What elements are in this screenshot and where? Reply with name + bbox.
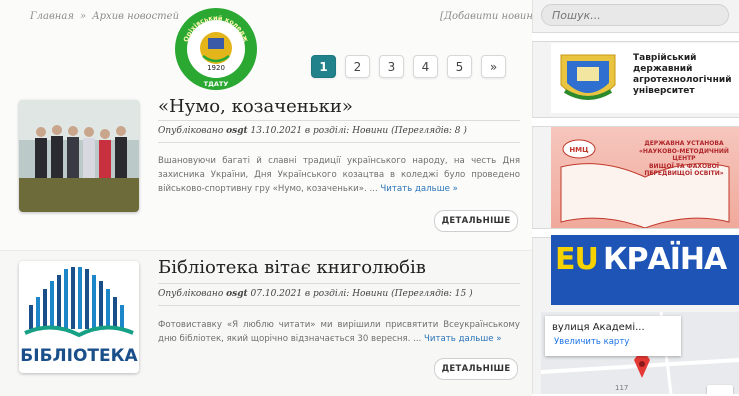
details-button[interactable]: ДЕТАЛЬНІШЕ xyxy=(434,210,518,232)
university-emblem-icon xyxy=(560,54,616,100)
article-excerpt: Фотовиставку «Я люблю читати» ми вирішил… xyxy=(158,320,520,344)
main-content: Главная » Архив новостей [Добавити новину]… xyxy=(0,0,543,396)
map-place-name: вулиця Академі... xyxy=(552,322,645,333)
search-input[interactable] xyxy=(541,4,729,26)
breadcrumb: Главная » Архив новостей xyxy=(30,11,179,22)
article-excerpt: Вшановуючи багаті й славні традиції укра… xyxy=(158,156,520,194)
sidebar-divider xyxy=(532,117,739,127)
next-page-button[interactable]: » xyxy=(481,55,506,78)
logo-abbr: ТДАТУ xyxy=(204,80,229,88)
read-more-link[interactable]: Читать дальше » xyxy=(424,334,501,344)
map-house-number: 117 xyxy=(615,384,629,392)
ukraine-text: КРАЇНА xyxy=(603,242,727,277)
nmc-logo-text: НМЦ xyxy=(569,146,589,154)
divider xyxy=(158,120,520,121)
page-2-button[interactable]: 2 xyxy=(345,55,370,78)
logo-year: 1920 xyxy=(207,64,225,72)
page-4-button[interactable]: 4 xyxy=(413,55,438,78)
divider xyxy=(158,283,520,284)
news-item: «Нумо, козаченьки» Опубліковано osgt 13.… xyxy=(0,90,532,235)
college-logo[interactable]: Оріхівський коледж 1920 ТДАТУ xyxy=(173,6,259,92)
page-1-button[interactable]: 1 xyxy=(311,55,336,78)
add-news-link[interactable]: [Добавити новину] xyxy=(440,11,543,22)
article-thumbnail[interactable]: БІБЛІОТЕКА xyxy=(19,261,139,373)
pagination: 1 2 3 4 5 » xyxy=(311,55,506,78)
breadcrumb-current: Архив новостей xyxy=(92,11,180,22)
eu-text: EU xyxy=(555,242,599,277)
details-button[interactable]: ДЕТАЛЬНІШЕ xyxy=(434,358,518,380)
sidebar-divider xyxy=(532,32,739,42)
breadcrumb-home[interactable]: Главная xyxy=(30,11,74,22)
article-thumbnail[interactable] xyxy=(19,100,139,212)
nmc-banner[interactable]: НМЦ ДЕРЖАВНА УСТАНОВА «НАУКОВО-МЕТОДИЧНИ… xyxy=(551,127,739,228)
enlarge-map-link[interactable]: Увеличить карту xyxy=(554,337,629,347)
article-meta: Опубліковано osgt 07.10.2021 в розділі: … xyxy=(158,289,473,299)
breadcrumb-separator: » xyxy=(79,11,87,22)
university-banner[interactable]: Таврійський державний агротехнологічний … xyxy=(551,43,739,113)
read-more-link[interactable]: Читать дальше » xyxy=(380,184,457,194)
divider xyxy=(158,142,520,143)
library-logo-icon: БІБЛІОТЕКА xyxy=(19,261,139,373)
map-widget[interactable]: вулиця Академі... Увеличить карту 117 xyxy=(541,312,739,394)
news-item: БІБЛІОТЕКА Бібліотека вітає книголюбів О… xyxy=(0,250,532,396)
article-title[interactable]: Бібліотека вітає книголюбів xyxy=(158,257,426,278)
group-photo-icon xyxy=(19,100,139,212)
university-name: Таврійський державний агротехнологічний … xyxy=(633,53,732,96)
map-zoom-control[interactable] xyxy=(707,385,733,394)
article-meta: Опубліковано osgt 13.10.2021 в розділі: … xyxy=(158,126,467,136)
eu-ukraine-banner[interactable]: EU КРАЇНА xyxy=(551,235,739,305)
article-title[interactable]: «Нумо, козаченьки» xyxy=(158,96,353,117)
article-author[interactable]: osgt xyxy=(226,126,248,136)
library-logo-text: БІБЛІОТЕКА xyxy=(20,346,138,366)
page-5-button[interactable]: 5 xyxy=(447,55,472,78)
article-author[interactable]: osgt xyxy=(226,289,248,299)
divider xyxy=(158,305,520,306)
nmc-banner-text: ДЕРЖАВНА УСТАНОВА «НАУКОВО-МЕТОДИЧНИЙ ЦЕ… xyxy=(639,140,729,177)
page-3-button[interactable]: 3 xyxy=(379,55,404,78)
